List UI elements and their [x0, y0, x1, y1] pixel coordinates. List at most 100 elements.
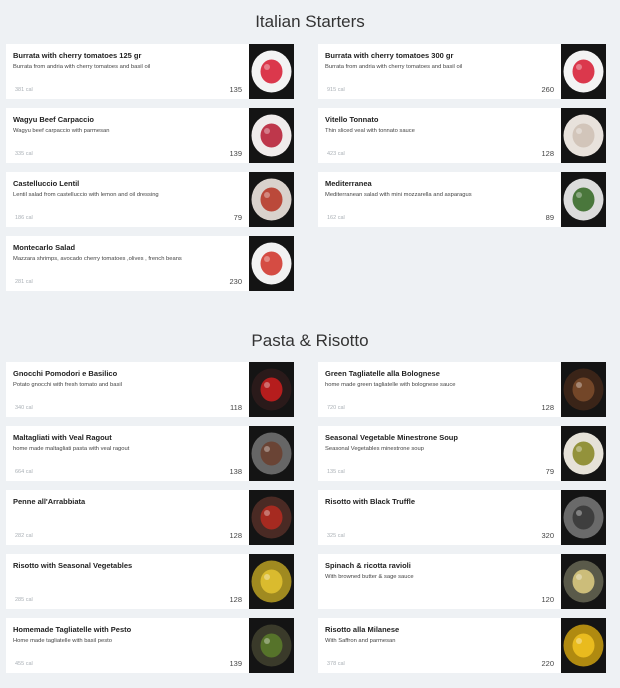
ravioli-pan-image: [561, 554, 606, 609]
menu-item-price: 260: [541, 85, 554, 94]
menu-item-description: Seasonal Vegetables minestrone soup: [325, 446, 424, 452]
menu-item-card[interactable]: Castelluccio Lentil Lentil salad from cas…: [6, 172, 294, 227]
menu-item-price: 118: [230, 403, 242, 412]
menu-item-name: Gnocchi Pomodori e Basilico: [13, 369, 118, 378]
section-title-pasta: Pasta & Risotto: [251, 331, 369, 350]
burrata-plate-image: [561, 44, 606, 99]
menu-item-description: Mediterranean salad with mini mozzarella…: [325, 192, 472, 198]
menu-item-description: home made green tagliatelle with bologne…: [325, 382, 456, 388]
menu-item-price: 220: [541, 659, 554, 668]
menu-item-card[interactable]: Wagyu Beef Carpaccio Wagyu beef carpaccio…: [6, 108, 294, 163]
menu-item-calories: 135 cal: [327, 469, 345, 475]
menu-item-name: Burrata with cherry tomatoes 300 gr: [325, 51, 454, 60]
menu-item-name: Maltagliati with Veal Ragout: [13, 433, 112, 442]
menu-item-name: Risotto with Seasonal Vegetables: [13, 561, 133, 570]
section-title-starters: Italian Starters: [255, 12, 365, 31]
menu-item-card[interactable]: Montecarlo Salad Mazzara shrimps, avocado…: [6, 236, 294, 291]
menu-item-description: Thin sliced veal with tonnato sauce: [325, 128, 415, 134]
menu-item-calories: 325 cal: [327, 533, 345, 539]
menu-item-card[interactable]: Risotto with Seasonal Vegetables 285 cal 1…: [6, 554, 294, 609]
menu-item-price: 139: [229, 149, 242, 158]
menu-item-card[interactable]: Risotto with Black Truffle 325 cal 320: [318, 490, 606, 545]
menu-item-description: Lentil salad from castelluccio with lemo…: [13, 192, 159, 198]
menu-item-name: Seasonal Vegetable Minestrone Soup: [325, 433, 458, 442]
menu-item-card[interactable]: Seasonal Vegetable Minestrone Soup Season…: [318, 426, 606, 481]
menu-item-calories: 186 cal: [15, 215, 33, 221]
menu-item-card[interactable]: Penne all'Arrabbiata 282 cal 128: [6, 490, 294, 545]
menu-item-description: With browned butter & sage sauce: [325, 574, 414, 580]
menu-item-name: Green Tagliatelle alla Bolognese: [325, 369, 440, 378]
menu-item-price: 139: [229, 659, 242, 668]
menu-item-calories: 381 cal: [15, 87, 33, 93]
menu-item-price: 138: [229, 467, 242, 476]
menu-item-name: Risotto with Black Truffle: [325, 497, 416, 506]
menu-item-name: Vitello Tonnato: [325, 115, 379, 124]
menu-item-card[interactable]: Homemade Tagliatelle with Pesto Home made…: [6, 618, 294, 673]
salad-plate-image: [561, 172, 606, 227]
vegetable-risotto-image: [249, 554, 294, 609]
menu-item-calories: 281 cal: [15, 279, 33, 285]
menu-item-price: 79: [545, 467, 554, 476]
menu-item-price: 135: [229, 85, 242, 94]
milanese-risotto-image: [561, 618, 606, 673]
gnocchi-dish-image: [249, 362, 294, 417]
menu-item-description: Wagyu beef carpaccio with parmesan: [13, 128, 110, 134]
menu-item-name: Penne all'Arrabbiata: [13, 497, 86, 506]
menu-item-name: Castelluccio Lentil: [13, 179, 80, 188]
menu-item-price: 128: [541, 403, 554, 412]
menu-item-name: Montecarlo Salad: [13, 243, 76, 252]
menu-item-description: Home made tagliatelle with basil pesto: [13, 638, 112, 644]
menu-item-description: Burrata from andria with cherry tomatoes…: [13, 64, 151, 70]
menu-item-name: Risotto alla Milanese: [325, 625, 400, 634]
menu-item-description: Mazzara shrimps, avocado cherry tomatoes…: [13, 256, 182, 262]
menu-item-price: 120: [541, 595, 554, 604]
menu-item-name: Spinach & ricotta ravioli: [325, 561, 411, 570]
menu-item-calories: 285 cal: [15, 597, 33, 603]
menu-item-calories: 664 cal: [15, 469, 33, 475]
menu-item-card[interactable]: Maltagliati with Veal Ragout home made ma…: [6, 426, 294, 481]
menu-item-calories: 340 cal: [15, 405, 33, 411]
menu-item-description: With Saffron and parmesan: [325, 638, 396, 644]
menu-item-card[interactable]: Burrata with cherry tomatoes 300 gr Burra…: [318, 44, 606, 99]
menu-item-card[interactable]: Risotto alla Milanese With Saffron and pa…: [318, 618, 606, 673]
menu-item-name: Mediterranea: [325, 179, 372, 188]
menu-item-description: Potato gnocchi with fresh tomato and bas…: [13, 382, 122, 388]
menu-item-card[interactable]: Gnocchi Pomodori e Basilico Potato gnocch…: [6, 362, 294, 417]
carpaccio-plate-image: [249, 108, 294, 163]
menu-item-calories: 162 cal: [327, 215, 345, 221]
truffle-risotto-image: [561, 490, 606, 545]
menu-item-calories: 720 cal: [327, 405, 345, 411]
maltagliati-pan-image: [249, 426, 294, 481]
menu-item-description: home made maltagliati pasta with veal ra…: [13, 446, 130, 452]
menu-item-price: 230: [229, 277, 242, 286]
menu-item-calories: 455 cal: [15, 661, 33, 667]
menu-item-price: 128: [541, 149, 554, 158]
menu-item-card[interactable]: Burrata with cherry tomatoes 125 gr Burra…: [6, 44, 294, 99]
menu-item-card[interactable]: Green Tagliatelle alla Bolognese home mad…: [318, 362, 606, 417]
menu-item-calories: 335 cal: [15, 151, 33, 157]
menu-item-price: 128: [229, 595, 242, 604]
menu-item-calories: 378 cal: [327, 661, 345, 667]
burrata-plate-image: [249, 44, 294, 99]
menu-item-price: 79: [233, 213, 242, 222]
menu-item-card[interactable]: Spinach & ricotta ravioli With browned bu…: [318, 554, 606, 609]
menu-item-card[interactable]: Vitello Tonnato Thin sliced veal with ton…: [318, 108, 606, 163]
menu-item-calories: 423 cal: [327, 151, 345, 157]
menu-item-price: 128: [229, 531, 242, 540]
penne-pan-image: [249, 490, 294, 545]
soup-bowl-image: [561, 426, 606, 481]
pesto-pan-image: [249, 618, 294, 673]
menu-item-name: Homemade Tagliatelle with Pesto: [13, 625, 132, 634]
menu-item-price: 320: [541, 531, 554, 540]
lentil-bowl-image: [249, 172, 294, 227]
menu-item-name: Wagyu Beef Carpaccio: [13, 115, 94, 124]
tagliatelle-pan-image: [561, 362, 606, 417]
vitello-plate-image: [561, 108, 606, 163]
menu-item-price: 89: [545, 213, 554, 222]
menu-item-calories: 915 cal: [327, 87, 345, 93]
menu-item-calories: 282 cal: [15, 533, 33, 539]
menu-item-description: Burrata from andria with cherry tomatoes…: [325, 64, 463, 70]
menu-item-name: Burrata with cherry tomatoes 125 gr: [13, 51, 142, 60]
menu-item-card[interactable]: Mediterranea Mediterranean salad with min…: [318, 172, 606, 227]
montecarlo-plate-image: [249, 236, 294, 291]
